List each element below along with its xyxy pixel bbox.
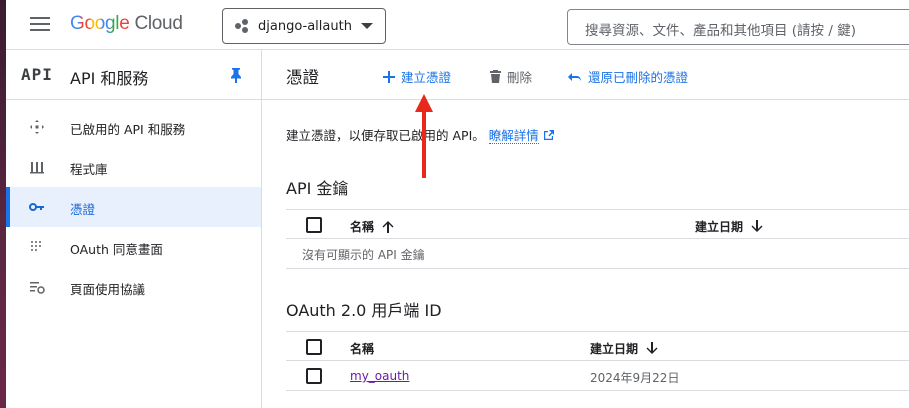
description-text: 建立憑證，以便存取已啟用的 API。 xyxy=(286,128,485,143)
sidebar-header: API API 和服務 xyxy=(6,50,261,100)
main-content: 憑證 建立憑證 刪除 還原已刪除的憑證 建立憑證，以便存取已啟用的 API。 瞭… xyxy=(262,50,909,408)
library-icon xyxy=(28,159,46,175)
sidebar-item-page-usage[interactable]: 頁面使用協議 xyxy=(6,267,261,307)
oauth-title: OAuth 2.0 用戶端 ID xyxy=(286,301,442,320)
learn-more-link[interactable]: 瞭解詳情 xyxy=(488,128,539,144)
action-bar: 憑證 建立憑證 刪除 還原已刪除的憑證 xyxy=(262,50,909,100)
sidebar-title: API 和服務 xyxy=(70,69,149,88)
external-link-icon xyxy=(543,129,554,144)
delete-label: 刪除 xyxy=(507,70,533,85)
sort-up-icon xyxy=(382,221,394,233)
page-title: 憑證 xyxy=(286,68,319,87)
sidebar-item-enabled-apis[interactable]: 已啟用的 API 和服務 xyxy=(6,107,261,147)
empty-message: 沒有可顯示的 API 金鑰 xyxy=(302,248,425,262)
annotation-arrow-icon xyxy=(415,94,433,178)
oauth-consent-icon xyxy=(28,239,46,255)
table-header: 名稱 建立日期 xyxy=(286,209,909,239)
sidebar-item-label: 程式庫 xyxy=(70,162,108,177)
column-name[interactable]: 名稱 xyxy=(350,340,374,357)
sidebar-item-library[interactable]: 程式庫 xyxy=(6,147,261,187)
row-checkbox[interactable] xyxy=(306,368,322,384)
create-credentials-label: 建立憑證 xyxy=(401,70,452,85)
delete-button[interactable]: 刪除 xyxy=(490,67,532,86)
project-name: django-allauth xyxy=(258,18,352,34)
sidebar: API API 和服務 已啟用的 API 和服務 程式庫 憑證 OAuth 同意… xyxy=(6,50,262,408)
sidebar-item-oauth-consent[interactable]: OAuth 同意畫面 xyxy=(6,227,261,267)
created-date: 2024年9月22日 xyxy=(590,371,680,385)
column-date-label: 建立日期 xyxy=(695,220,744,234)
google-cloud-logo[interactable]: Google Cloud xyxy=(70,13,183,35)
restore-label: 還原已刪除的憑證 xyxy=(588,70,689,85)
table-header: 名稱 建立日期 xyxy=(286,331,909,361)
hamburger-menu-icon[interactable] xyxy=(30,17,50,33)
column-name-label: 名稱 xyxy=(350,342,375,356)
project-icon xyxy=(235,19,249,33)
column-name[interactable]: 名稱 xyxy=(350,218,394,235)
sort-down-icon xyxy=(751,220,763,232)
page-usage-icon xyxy=(28,279,46,295)
top-bar: Google Cloud django-allauth 搜尋資源、文件、產品和其… xyxy=(6,0,909,50)
table-row: my_oauth 2024年9月22日 xyxy=(286,361,909,391)
chevron-down-icon xyxy=(361,23,373,29)
api-logo-icon: API xyxy=(21,65,53,84)
column-created-date[interactable]: 建立日期 xyxy=(590,340,658,357)
project-selector[interactable]: django-allauth xyxy=(222,8,386,44)
api-keys-table: 名稱 建立日期 沒有可顯示的 API 金鑰 xyxy=(286,209,909,269)
create-credentials-button[interactable]: 建立憑證 xyxy=(383,67,451,86)
oauth-table: 名稱 建立日期 my_oauth 2024年9月22日 xyxy=(286,331,909,391)
sidebar-item-label: 已啟用的 API 和服務 xyxy=(70,122,186,137)
logo-google: Google xyxy=(70,13,130,34)
sidebar-item-label: 憑證 xyxy=(70,202,96,217)
oauth-client-link[interactable]: my_oauth xyxy=(350,369,409,383)
search-input[interactable]: 搜尋資源、文件、產品和其他項目 (請按 / 鍵) xyxy=(567,9,909,45)
select-all-checkbox[interactable] xyxy=(306,339,322,355)
select-all-checkbox[interactable] xyxy=(306,217,322,233)
trash-icon xyxy=(490,70,501,83)
undo-icon xyxy=(568,72,582,82)
plus-icon xyxy=(383,70,395,83)
column-created-date[interactable]: 建立日期 xyxy=(695,218,763,235)
sidebar-item-label: 頁面使用協議 xyxy=(70,282,146,297)
restore-deleted-button[interactable]: 還原已刪除的憑證 xyxy=(568,67,688,86)
column-date-label: 建立日期 xyxy=(590,342,639,356)
enabled-apis-icon xyxy=(28,119,46,135)
pin-icon[interactable] xyxy=(230,67,242,83)
sidebar-item-credentials[interactable]: 憑證 xyxy=(6,187,261,227)
api-keys-title: API 金鑰 xyxy=(286,179,349,198)
sort-down-icon xyxy=(646,342,658,354)
empty-row: 沒有可顯示的 API 金鑰 xyxy=(286,239,909,269)
logo-cloud: Cloud xyxy=(134,13,183,34)
column-name-label: 名稱 xyxy=(350,220,375,234)
key-icon xyxy=(28,199,46,215)
sidebar-item-label: OAuth 同意畫面 xyxy=(70,242,163,257)
